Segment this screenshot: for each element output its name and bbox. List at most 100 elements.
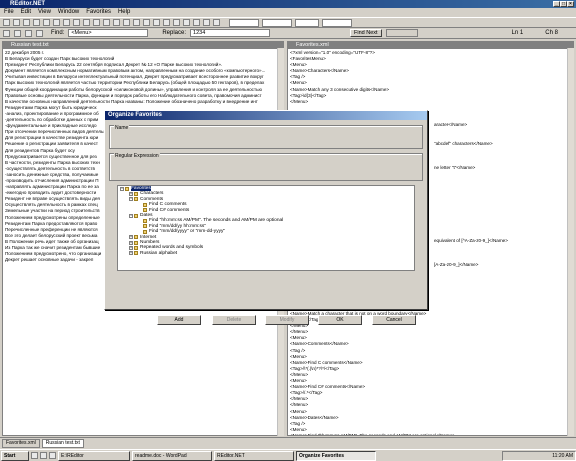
item-icon (143, 219, 147, 224)
pane-title-right: Favorites.xml (288, 42, 573, 49)
quicklaunch-app-icon[interactable] (49, 452, 56, 459)
replace-icon[interactable] (113, 19, 120, 26)
print-icon[interactable] (43, 19, 50, 26)
tree-node-label: Russian alphabet (140, 250, 178, 256)
new-icon[interactable] (3, 19, 10, 26)
find-icon[interactable] (103, 19, 110, 26)
menu-view[interactable]: View (38, 8, 51, 17)
quick-input-1[interactable] (229, 18, 259, 27)
tree-expander-icon[interactable]: + (129, 192, 133, 197)
quicklaunch-desktop-icon[interactable] (40, 452, 47, 459)
tree-expander-icon[interactable]: − (129, 213, 133, 218)
pane-title-left: Russian test.txt (3, 42, 283, 49)
quick-input-4[interactable] (322, 18, 352, 27)
quick-input-3[interactable] (295, 18, 319, 27)
outdent-icon[interactable] (173, 19, 180, 26)
replace-input[interactable]: 1234 (190, 29, 271, 37)
left-text-line: В качестве основных направлений деятельн… (5, 98, 258, 104)
organize-favorites-dialog: Organize Favorites Name Regular Expressi… (104, 110, 428, 325)
folder-icon (134, 251, 138, 256)
tree-expander-icon[interactable]: + (129, 235, 133, 240)
tree-expander-icon[interactable]: − (129, 197, 133, 202)
modify-button[interactable]: Modify (265, 315, 309, 325)
regex-group: Regular Expression (109, 153, 423, 181)
redo-icon[interactable] (93, 19, 100, 26)
start-button[interactable]: Start (1, 450, 29, 461)
task-reditor[interactable]: REditor.NET (214, 450, 294, 461)
tab-favorites-xml[interactable]: Favorites.xml (2, 438, 40, 448)
task-organize-favorites[interactable]: Organize Favorites (296, 450, 376, 461)
ok-button[interactable]: OK (318, 315, 362, 325)
folder-icon (134, 235, 138, 240)
case-icon[interactable] (14, 29, 21, 37)
comment-icon[interactable] (183, 19, 190, 26)
find-next-extra[interactable] (385, 29, 418, 37)
tree-expander-icon[interactable]: + (129, 245, 133, 250)
favorites-tree[interactable]: − Favorites + Characters − Comments Find C com… (117, 185, 415, 271)
dialog-title: Organize Favorites (105, 111, 427, 120)
paste-icon[interactable] (73, 19, 80, 26)
folder-icon (134, 245, 138, 250)
stop-icon[interactable] (203, 19, 210, 26)
word-icon[interactable] (36, 29, 43, 37)
cut-icon[interactable] (53, 19, 60, 26)
menu-favorites[interactable]: Favorites (86, 8, 111, 17)
toolbar (0, 17, 576, 28)
right-text-side[interactable]: aracter</Name> "abcdef" characters</Name>… (432, 103, 567, 270)
right-text-top[interactable]: <?xml version="1.0" encoding="UTF-8"?> <F… (288, 49, 573, 106)
delete-button[interactable]: Delete (212, 315, 256, 325)
quicklaunch-ie-icon[interactable] (31, 452, 38, 459)
tab-russian-test[interactable]: Russian test.txt (41, 438, 84, 448)
close-button[interactable]: × (567, 1, 574, 7)
underline-icon[interactable] (143, 19, 150, 26)
tree-expander-icon[interactable]: − (120, 186, 124, 191)
italic-icon[interactable] (133, 19, 140, 26)
bold-icon[interactable] (123, 19, 130, 26)
right-text-bottom[interactable]: <Name>Match a character that is not on a… (288, 310, 568, 435)
tree-node[interactable]: + Russian alphabet (118, 251, 414, 256)
menu-window[interactable]: Window (58, 8, 79, 17)
find-replace-bar: Find: <Menu> Replace: 1234 Find Next Ln … (0, 28, 576, 39)
minimize-button[interactable]: _ (553, 1, 560, 7)
item-icon (143, 229, 147, 234)
regex-label: Regular Expression (114, 153, 160, 159)
maximize-button[interactable]: □ (560, 1, 567, 7)
tree-expander-icon[interactable]: + (129, 240, 133, 245)
save-icon[interactable] (23, 19, 30, 26)
item-icon (143, 224, 147, 229)
document-tabs: Favorites.xml Russian test.txt (0, 437, 576, 448)
undo-icon[interactable] (83, 19, 90, 26)
menu-bar: File Edit View Window Favorites Help (0, 8, 576, 17)
find-next-button[interactable]: Find Next (350, 29, 382, 37)
left-text-line: Парк высоких технологий является частью … (5, 80, 265, 86)
name-group: Name (109, 125, 423, 149)
regex-icon[interactable] (25, 29, 32, 37)
open-icon[interactable] (13, 19, 20, 26)
task-wordpad[interactable]: readme.doc - WordPad (132, 450, 212, 461)
right-scrollbar[interactable] (567, 48, 574, 436)
task-editor-folder[interactable]: E:\REditor (58, 450, 130, 461)
indent-icon[interactable] (163, 19, 170, 26)
find-label: Find: (51, 30, 65, 36)
folder-icon (134, 197, 138, 202)
find-mode-icon[interactable] (3, 29, 10, 37)
app-title-bar: REditor.NET _ □ × (0, 0, 576, 8)
copy-icon[interactable] (63, 19, 70, 26)
menu-edit[interactable]: Edit (21, 8, 31, 17)
folder-icon (125, 186, 129, 191)
add-button[interactable]: Add (157, 315, 201, 325)
menu-file[interactable]: File (4, 8, 14, 17)
wordwrap-icon[interactable] (153, 19, 160, 26)
cancel-button[interactable]: Cancel (372, 315, 416, 325)
quick-input-2[interactable] (262, 18, 292, 27)
name-label: Name (114, 125, 130, 131)
tree-expander-icon[interactable]: + (129, 251, 133, 256)
save-all-icon[interactable] (33, 19, 40, 26)
folder-icon (134, 192, 138, 197)
help-icon[interactable] (213, 19, 220, 26)
run-icon[interactable] (193, 19, 200, 26)
left-text-line: Правовые основы деятельности Парка, функ… (5, 92, 262, 98)
find-input[interactable]: <Menu> (68, 29, 149, 37)
menu-help[interactable]: Help (118, 8, 130, 17)
col-indicator: Ch 8 (545, 30, 558, 36)
